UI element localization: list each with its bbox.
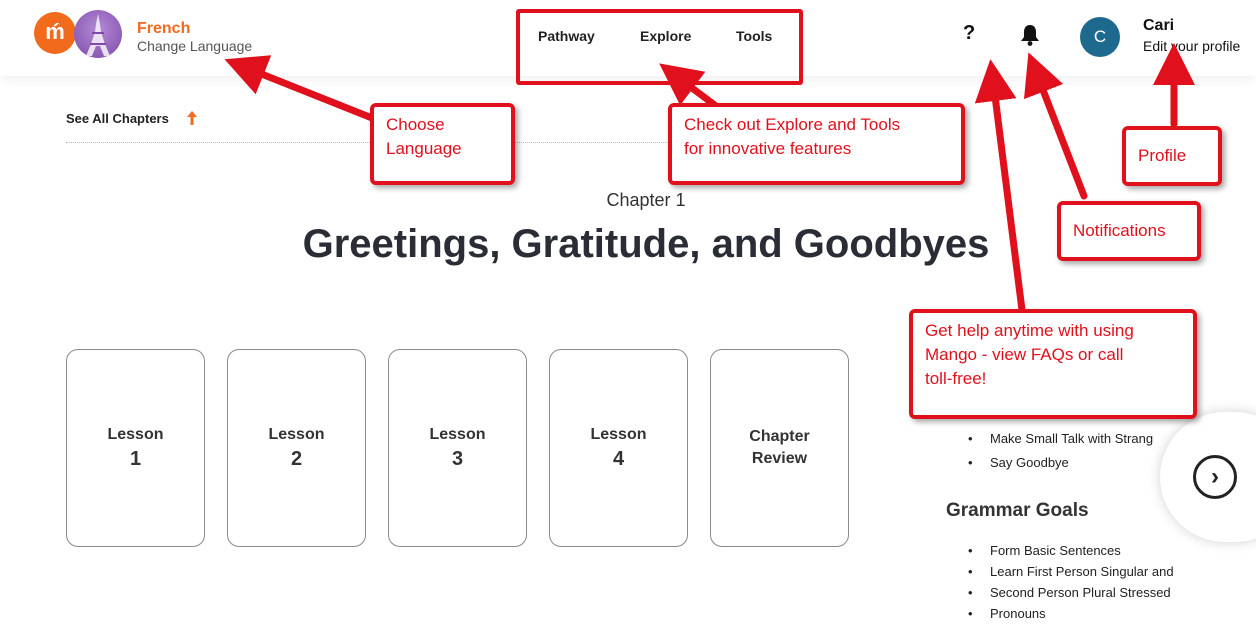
callout-text: Notifications (1073, 221, 1166, 240)
callout-text: Profile (1138, 146, 1187, 165)
callout-choose-language: Choose Language (370, 103, 515, 185)
callout-text: Choose (386, 115, 445, 134)
callout-profile: Profile (1122, 126, 1222, 186)
callout-text: toll-free! (925, 369, 987, 388)
callout-text: Mango - view FAQs or call (925, 345, 1124, 364)
callout-help: Get help anytime with using Mango - view… (909, 309, 1197, 419)
callout-explore-tools: Check out Explore and Tools for innovati… (668, 103, 965, 185)
callout-text: Language (386, 139, 462, 158)
callout-text: Get help anytime with using (925, 321, 1134, 340)
callout-text: for innovative features (684, 139, 852, 158)
callout-notifications: Notifications (1057, 201, 1201, 261)
callout-text: Check out Explore and Tools (684, 115, 901, 134)
